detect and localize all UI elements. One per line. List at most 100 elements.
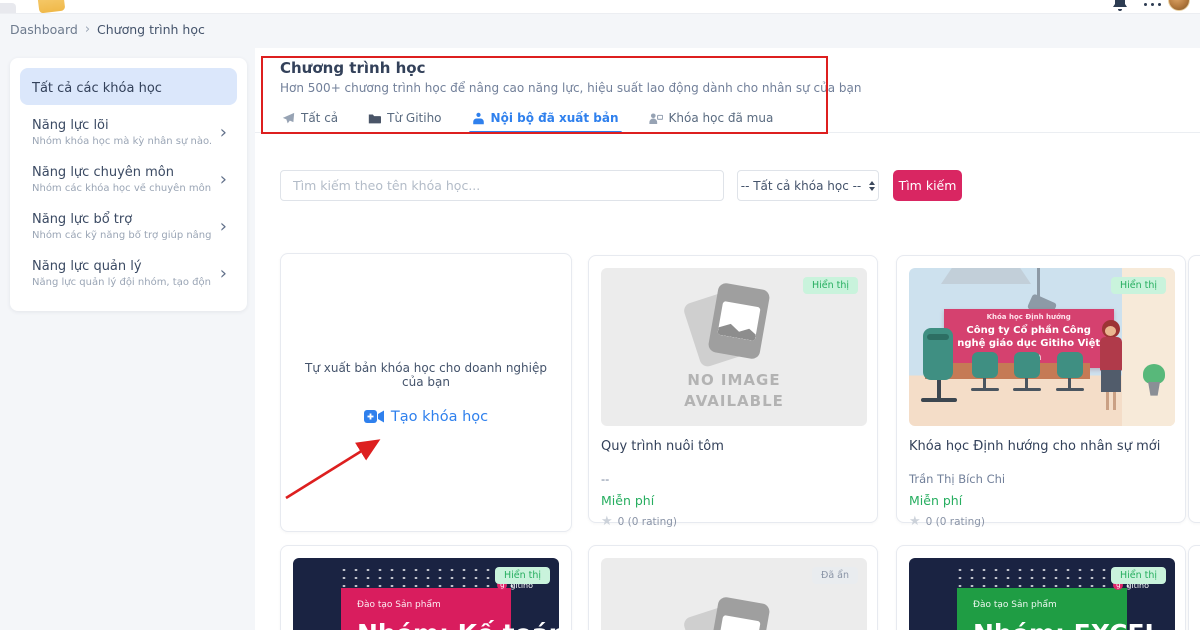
apps-grid-icon[interactable]	[1144, 0, 1162, 6]
promo-title: Nhóm: Kế toán	[357, 619, 559, 630]
folder-icon	[368, 113, 382, 123]
course-card-partial	[1188, 545, 1200, 630]
chevron-right-icon: ›	[219, 121, 227, 143]
course-thumbnail: ggitiho Hiển thị Đào tạo Sản phẩm Nhóm: …	[909, 558, 1175, 630]
breadcrumb-current: Chương trình học	[97, 22, 205, 37]
course-card-dinh-huong[interactable]: Khóa học Định hướng Công ty Cổ phần Công…	[896, 255, 1186, 528]
illustration-chair	[1010, 351, 1044, 396]
tab-label: Tất cả	[301, 111, 339, 125]
search-input[interactable]	[280, 170, 724, 201]
status-badge: Hiển thị	[1110, 277, 1166, 294]
promo-panel: Đào tạo Sản phẩm Nhóm: Kế toán	[341, 588, 559, 630]
course-author: Trần Thị Bích Chi	[909, 472, 1006, 486]
illustration-presenter	[1093, 320, 1129, 415]
sidebar-item-label: Tất cả các khóa học	[32, 81, 162, 96]
course-title: Quy trình nuôi tôm	[601, 439, 724, 454]
sidebar-item-description: Nhóm khóa học mà kỳ nhân sự nào...	[32, 136, 211, 147]
breadcrumb-dashboard[interactable]: Dashboard	[10, 22, 78, 37]
illustration-chair	[968, 351, 1002, 396]
gitiho-logo[interactable]	[36, 0, 66, 13]
search-button[interactable]: Tìm kiếm	[893, 170, 962, 201]
sidebar-item-label: Năng lực lõi	[32, 118, 109, 133]
create-course-link-label: Tạo khóa học	[390, 408, 489, 425]
sidebar-item-nang-luc-loi[interactable]: Năng lực lõi Nhóm khóa học mà kỳ nhân sự…	[20, 109, 237, 156]
course-thumbnail: ggitiho Hiển thị Đào tạo Sản phẩm Nhóm: …	[293, 558, 559, 630]
status-badge: Hiển thị	[1110, 567, 1166, 584]
tab-tu-gitiho[interactable]: Từ Gitiho	[368, 104, 442, 132]
tab-label: Nội bộ đã xuất bản	[490, 111, 619, 125]
create-course-text: Tự xuất bản khóa học cho doanh nghiệp củ…	[304, 360, 547, 389]
course-price: Miễn phí	[601, 493, 655, 508]
sidebar-item-description: Năng lực quản lý đội nhóm, tạo độn...	[32, 277, 211, 288]
star-icon: ★	[601, 514, 613, 529]
course-price: Miễn phí	[909, 493, 963, 508]
main-content: Chương trình học Hơn 500+ chương trình h…	[255, 48, 1200, 630]
breadcrumb: Dashboard › Chương trình học	[10, 22, 205, 37]
illustration-plant	[1141, 363, 1167, 398]
course-title: Khóa học Định hướng cho nhân sự mới	[909, 439, 1161, 454]
sidebar-item-label: Năng lực chuyên môn	[32, 165, 174, 180]
no-image-icon	[682, 282, 771, 369]
course-thumbnail: Đã ẩn	[601, 558, 867, 630]
course-thumbnail: Khóa học Định hướng Công ty Cổ phần Công…	[909, 268, 1175, 426]
course-author: --	[601, 472, 610, 486]
tabs-bar: Tất cả Từ Gitiho Nội bộ đã xuất bản Khóa…	[255, 104, 1200, 134]
sidebar-item-nang-luc-chuyen-mon[interactable]: Năng lực chuyên môn Nhóm các khóa học về…	[20, 156, 237, 203]
sidebar-item-description: Nhóm các khóa học về chuyên môn	[32, 183, 211, 194]
app-window: Dashboard › Chương trình học Tất cả các …	[0, 0, 1200, 630]
user-avatar[interactable]	[1168, 0, 1190, 11]
page-subtitle: Hơn 500+ chương trình học để nâng cao nă…	[280, 81, 862, 95]
sidebar-item-label: Năng lực bổ trợ	[32, 212, 133, 227]
sidebar-item-description: Nhóm các kỹ năng bổ trợ giúp nâng...	[32, 230, 211, 241]
page-title: Chương trình học	[280, 59, 426, 77]
course-card-hidden[interactable]: Đã ẩn	[588, 545, 878, 630]
promo-tag: Đào tạo Sản phẩm	[973, 600, 1057, 610]
create-course-link[interactable]: Tạo khóa học	[363, 408, 489, 425]
illustration-ceiling-light	[941, 268, 1031, 284]
course-rating: ★ 0 (0 rating)	[909, 515, 1173, 528]
sidebar-item-nang-luc-quan-ly[interactable]: Năng lực quản lý Năng lực quản lý đội nh…	[20, 250, 237, 297]
chevron-right-icon: ›	[219, 168, 227, 190]
illustration-office-chair	[917, 328, 961, 412]
course-card-quy-trinh-nuoi-tom[interactable]: Hiển thị NO IMAGE AVAILABLE Quy trình nu…	[588, 255, 878, 528]
tab-khoa-hoc-da-mua[interactable]: Khóa học đã mua	[648, 104, 774, 132]
no-image-icon	[682, 596, 771, 630]
course-filter-select[interactable]: -- Tất cả khóa học --	[737, 170, 879, 201]
topbar	[0, 0, 1200, 14]
banner-tag: Khóa học Định hướng	[986, 312, 1071, 321]
course-card-ke-toan[interactable]: ggitiho Hiển thị Đào tạo Sản phẩm Nhóm: …	[280, 545, 572, 630]
dots-pattern	[338, 566, 514, 588]
chevron-right-icon: ›	[219, 262, 227, 284]
status-badge: Hiển thị	[494, 567, 550, 584]
status-badge: Đã ẩn	[811, 567, 858, 584]
course-card-partial	[1188, 255, 1200, 523]
sidebar-item-label: Năng lực quản lý	[32, 259, 142, 274]
course-card-excel[interactable]: ggitiho Hiển thị Đào tạo Sản phẩm Nhóm: …	[896, 545, 1186, 630]
course-rating: ★ 0 (0 rating)	[601, 515, 865, 528]
rating-text: 0 (0 rating)	[925, 515, 985, 528]
sidebar-item-nang-luc-bo-tro[interactable]: Năng lực bổ trợ Nhóm các kỹ năng bổ trợ …	[20, 203, 237, 250]
chevron-right-icon: ›	[219, 215, 227, 237]
menu-icon[interactable]	[0, 3, 16, 13]
internal-courses-icon	[472, 112, 484, 124]
star-icon: ★	[909, 514, 921, 529]
sidebar-item-all-courses[interactable]: Tất cả các khóa học	[20, 68, 237, 105]
rating-text: 0 (0 rating)	[617, 515, 677, 528]
tab-noi-bo-da-xuat-ban[interactable]: Nội bộ đã xuất bản	[468, 104, 622, 134]
create-course-card: Tự xuất bản khóa học cho doanh nghiệp củ…	[280, 253, 572, 532]
video-camera-icon	[363, 410, 384, 423]
promo-panel: Đào tạo Sản phẩm Nhóm: EXCEL	[957, 588, 1160, 630]
tab-label: Khóa học đã mua	[668, 111, 774, 125]
no-image-text: NO IMAGE AVAILABLE	[684, 371, 784, 410]
dots-pattern	[954, 566, 1130, 588]
illustration-chair	[1053, 351, 1087, 396]
tab-label: Từ Gitiho	[387, 111, 442, 125]
tab-tat-ca[interactable]: Tất cả	[282, 104, 338, 132]
select-arrows-icon	[869, 180, 876, 191]
breadcrumb-separator: ›	[84, 22, 91, 37]
status-badge: Hiển thị	[802, 277, 858, 294]
promo-tag: Đào tạo Sản phẩm	[357, 600, 441, 610]
send-icon	[282, 112, 295, 123]
filter-selected-value: -- Tất cả khóa học --	[740, 178, 862, 193]
bell-icon[interactable]	[1112, 0, 1128, 12]
